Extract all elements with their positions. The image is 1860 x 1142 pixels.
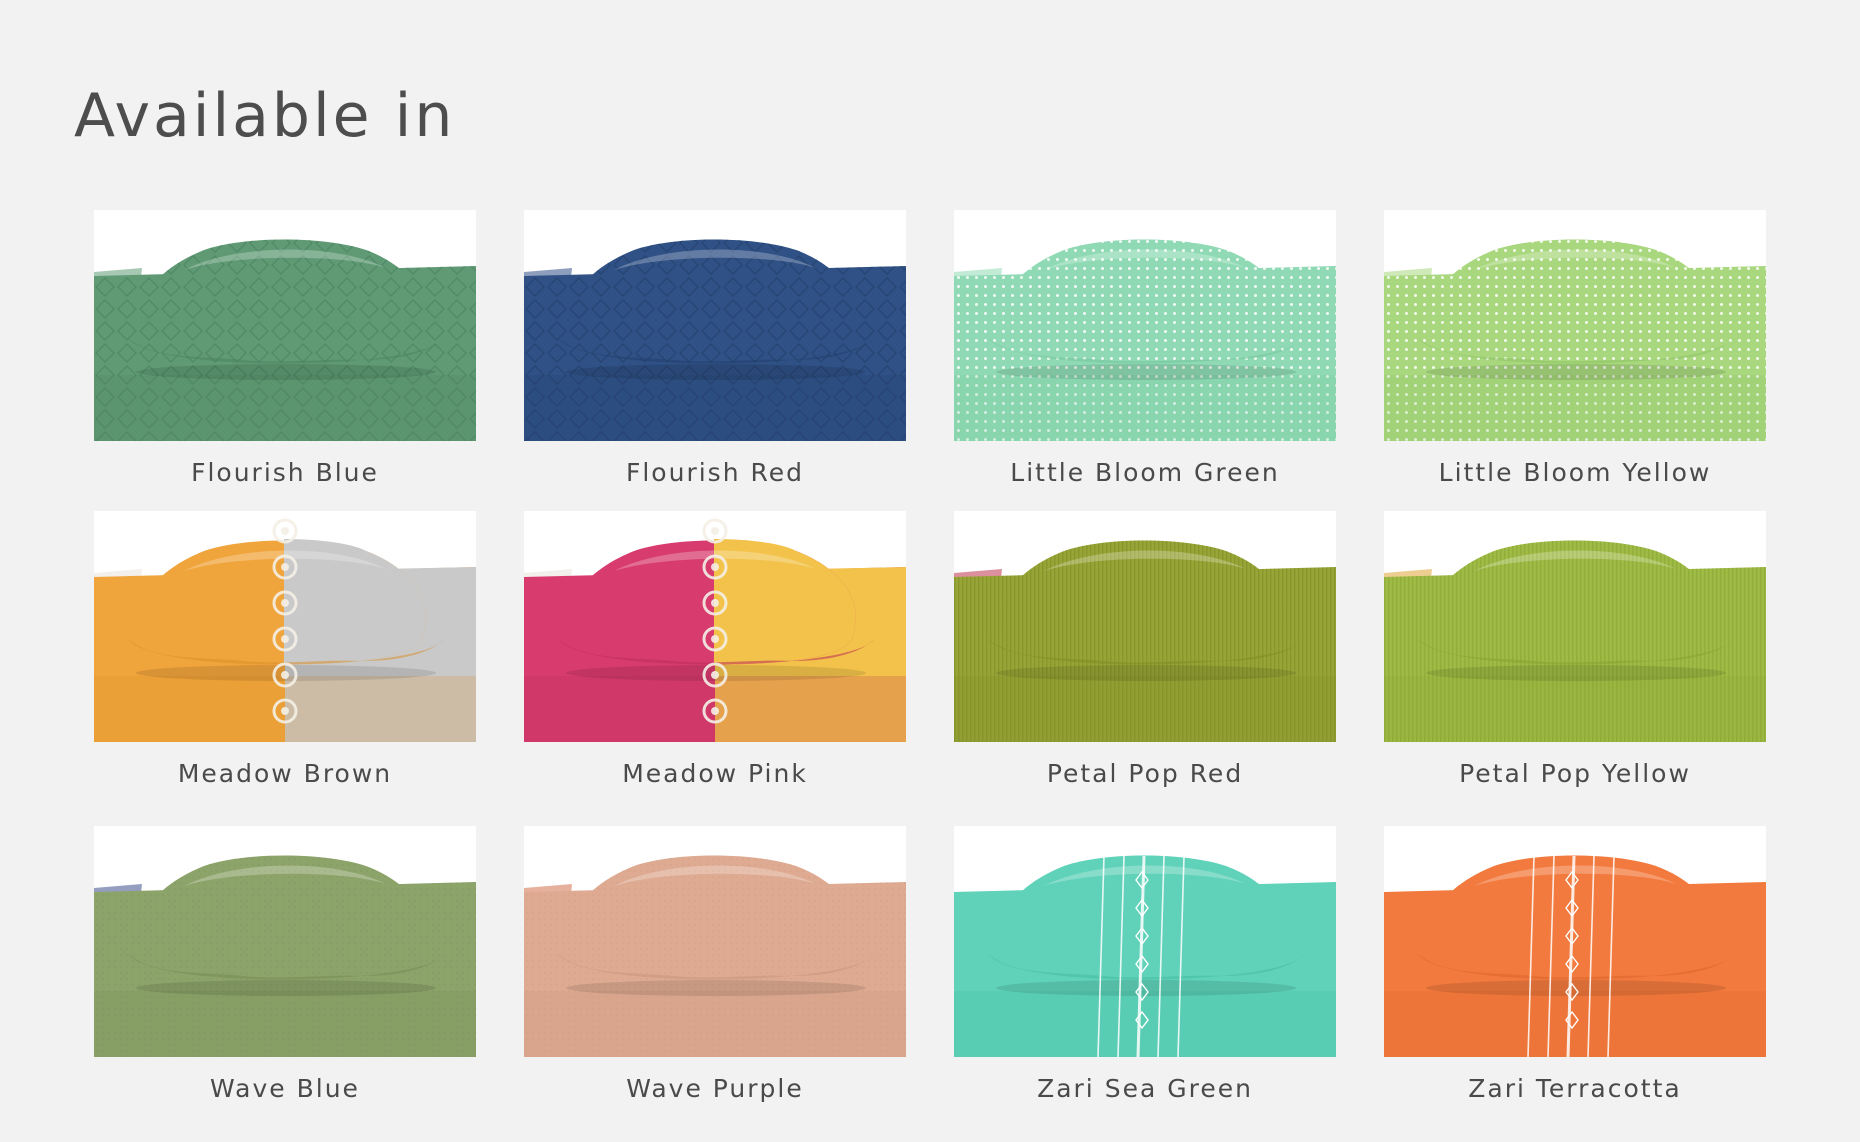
pillow-bedsheet-image[interactable] — [954, 826, 1336, 1057]
swatch-card[interactable]: Meadow Brown — [94, 511, 476, 788]
swatch-label[interactable]: Flourish Blue — [94, 458, 476, 487]
swatch-card[interactable]: Petal Pop Yellow — [1384, 511, 1766, 788]
pillow-bedsheet-image[interactable] — [524, 826, 906, 1057]
pillow-bedsheet-image[interactable] — [94, 210, 476, 441]
swatch-label[interactable]: Petal Pop Red — [954, 759, 1336, 788]
swatch-label[interactable]: Little Bloom Yellow — [1384, 458, 1766, 487]
pillow-bedsheet-image[interactable] — [1384, 210, 1766, 441]
swatch-card[interactable]: Zari Sea Green — [954, 826, 1336, 1103]
swatch-card[interactable]: Little Bloom Green — [954, 210, 1336, 487]
pillow-bedsheet-image[interactable] — [524, 210, 906, 441]
pillow-bedsheet-image[interactable] — [524, 511, 906, 742]
swatch-label[interactable]: Meadow Pink — [524, 759, 906, 788]
swatch-card[interactable]: Wave Purple — [524, 826, 906, 1103]
pillow-bedsheet-image[interactable] — [94, 826, 476, 1057]
swatch-label[interactable]: Wave Purple — [524, 1074, 906, 1103]
pillow-bedsheet-image[interactable] — [954, 511, 1336, 742]
swatch-card[interactable]: Petal Pop Red — [954, 511, 1336, 788]
swatch-label[interactable]: Petal Pop Yellow — [1384, 759, 1766, 788]
pillow-bedsheet-image[interactable] — [94, 511, 476, 742]
pillow-bedsheet-image[interactable] — [1384, 511, 1766, 742]
swatch-label[interactable]: Little Bloom Green — [954, 458, 1336, 487]
swatch-card[interactable]: Flourish Blue — [94, 210, 476, 487]
swatch-label[interactable]: Zari Sea Green — [954, 1074, 1336, 1103]
swatch-card[interactable]: Meadow Pink — [524, 511, 906, 788]
swatch-label[interactable]: Meadow Brown — [94, 759, 476, 788]
pillow-bedsheet-image[interactable] — [1384, 826, 1766, 1057]
swatch-card[interactable]: Flourish Red — [524, 210, 906, 487]
page-title: Available in — [74, 81, 456, 151]
pillow-bedsheet-image[interactable] — [954, 210, 1336, 441]
swatch-label[interactable]: Zari Terracotta — [1384, 1074, 1766, 1103]
swatch-card[interactable]: Wave Blue — [94, 826, 476, 1103]
swatch-card[interactable]: Zari Terracotta — [1384, 826, 1766, 1103]
swatch-label[interactable]: Wave Blue — [94, 1074, 476, 1103]
swatch-card[interactable]: Little Bloom Yellow — [1384, 210, 1766, 487]
swatch-label[interactable]: Flourish Red — [524, 458, 906, 487]
